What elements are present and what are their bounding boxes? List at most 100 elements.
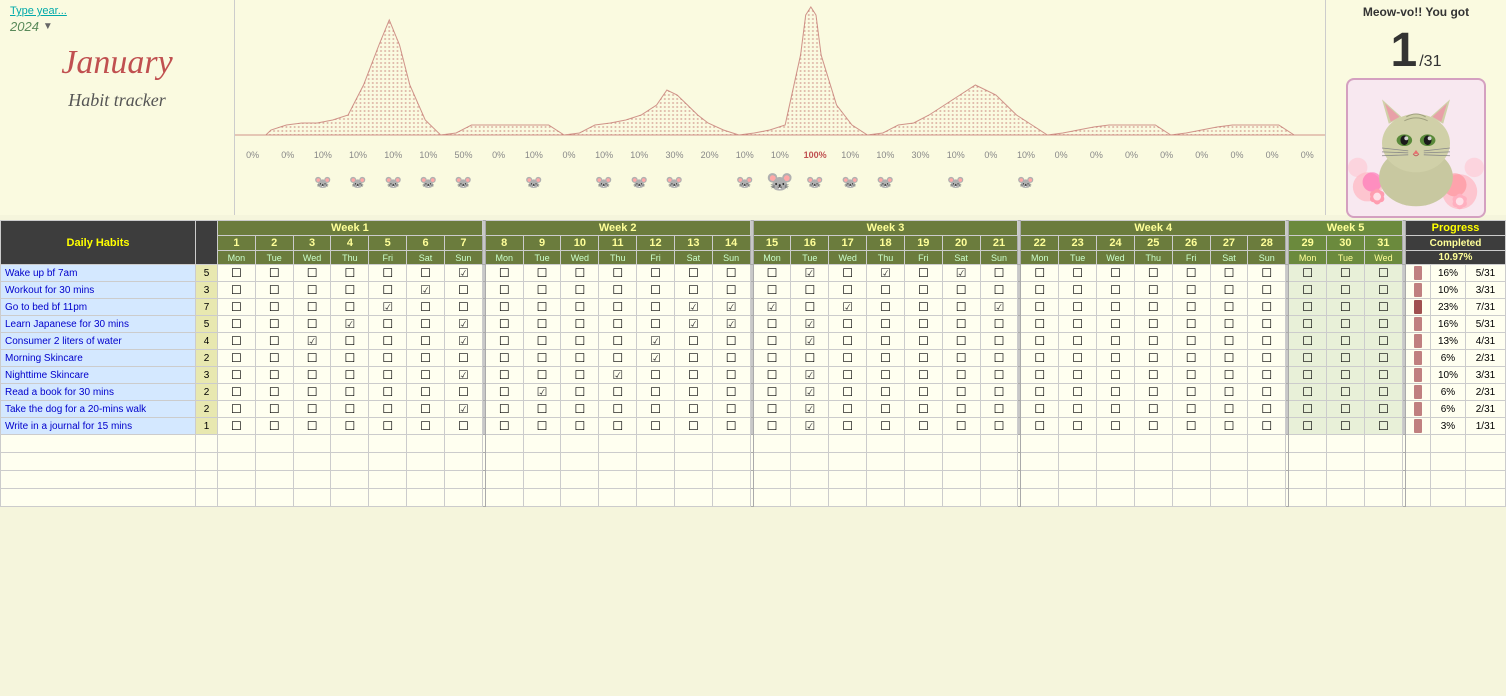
checkbox-7-w1-4[interactable]: ☐ (369, 384, 407, 401)
checkbox-7-w5-2[interactable]: ☐ (1364, 384, 1402, 401)
checkbox-4-w1-3[interactable]: ☐ (331, 333, 369, 350)
checkbox-6-w2-6[interactable]: ☐ (712, 367, 750, 384)
checkbox-6-w4-0[interactable]: ☐ (1021, 367, 1059, 384)
checkbox-5-w2-6[interactable]: ☐ (712, 350, 750, 367)
checkbox-5-w3-2[interactable]: ☐ (829, 350, 867, 367)
checkbox-7-w3-5[interactable]: ☐ (942, 384, 980, 401)
checkbox-9-w1-4[interactable]: ☐ (369, 418, 407, 435)
checkbox-0-w4-5[interactable]: ☐ (1210, 265, 1248, 282)
checkbox-0-w2-1[interactable]: ☐ (523, 265, 561, 282)
checkbox-0-w2-0[interactable]: ☐ (485, 265, 523, 282)
checkbox-8-w4-3[interactable]: ☐ (1134, 401, 1172, 418)
checkbox-5-w2-0[interactable]: ☐ (485, 350, 523, 367)
checkbox-6-w1-5[interactable]: ☐ (407, 367, 445, 384)
checkbox-7-w1-2[interactable]: ☐ (293, 384, 331, 401)
checkbox-2-w2-4[interactable]: ☐ (637, 299, 675, 316)
checkbox-5-w4-1[interactable]: ☐ (1059, 350, 1097, 367)
checkbox-6-w4-5[interactable]: ☐ (1210, 367, 1248, 384)
checkbox-6-w4-1[interactable]: ☐ (1059, 367, 1097, 384)
checkbox-6-w3-0[interactable]: ☐ (753, 367, 791, 384)
checkbox-0-w4-4[interactable]: ☐ (1172, 265, 1210, 282)
checkbox-9-w4-5[interactable]: ☐ (1210, 418, 1248, 435)
checkbox-3-w3-2[interactable]: ☐ (829, 316, 867, 333)
checkbox-1-w4-4[interactable]: ☐ (1172, 282, 1210, 299)
checkbox-7-w4-4[interactable]: ☐ (1172, 384, 1210, 401)
checkbox-0-w3-6[interactable]: ☐ (980, 265, 1018, 282)
checkbox-5-w5-2[interactable]: ☐ (1364, 350, 1402, 367)
checkbox-0-w5-2[interactable]: ☐ (1364, 265, 1402, 282)
checkbox-1-w3-5[interactable]: ☐ (942, 282, 980, 299)
checkbox-8-w2-1[interactable]: ☐ (523, 401, 561, 418)
checkbox-4-w1-4[interactable]: ☐ (369, 333, 407, 350)
habit-name-2[interactable]: Go to bed bf 11pm (1, 299, 196, 316)
checkbox-3-w4-0[interactable]: ☐ (1021, 316, 1059, 333)
checkbox-9-w1-2[interactable]: ☐ (293, 418, 331, 435)
checkbox-7-w4-6[interactable]: ☐ (1248, 384, 1286, 401)
checkbox-9-w4-2[interactable]: ☐ (1097, 418, 1135, 435)
checkbox-8-w2-5[interactable]: ☐ (674, 401, 712, 418)
checkbox-3-w2-6[interactable]: ☑ (712, 316, 750, 333)
checkbox-3-w3-4[interactable]: ☐ (904, 316, 942, 333)
checkbox-7-w1-0[interactable]: ☐ (218, 384, 256, 401)
checkbox-6-w3-1[interactable]: ☑ (791, 367, 829, 384)
checkbox-6-w2-5[interactable]: ☐ (674, 367, 712, 384)
checkbox-5-w1-2[interactable]: ☐ (293, 350, 331, 367)
checkbox-2-w4-4[interactable]: ☐ (1172, 299, 1210, 316)
checkbox-3-w2-1[interactable]: ☐ (523, 316, 561, 333)
checkbox-9-w1-6[interactable]: ☐ (444, 418, 482, 435)
checkbox-3-w3-6[interactable]: ☐ (980, 316, 1018, 333)
checkbox-7-w3-6[interactable]: ☐ (980, 384, 1018, 401)
checkbox-4-w4-4[interactable]: ☐ (1172, 333, 1210, 350)
checkbox-6-w2-4[interactable]: ☐ (637, 367, 675, 384)
checkbox-4-w3-6[interactable]: ☐ (980, 333, 1018, 350)
checkbox-9-w4-1[interactable]: ☐ (1059, 418, 1097, 435)
checkbox-0-w2-2[interactable]: ☐ (561, 265, 599, 282)
checkbox-4-w4-0[interactable]: ☐ (1021, 333, 1059, 350)
checkbox-4-w5-2[interactable]: ☐ (1364, 333, 1402, 350)
checkbox-8-w5-0[interactable]: ☐ (1289, 401, 1327, 418)
checkbox-2-w2-5[interactable]: ☑ (674, 299, 712, 316)
checkbox-8-w1-5[interactable]: ☐ (407, 401, 445, 418)
checkbox-2-w4-1[interactable]: ☐ (1059, 299, 1097, 316)
checkbox-1-w1-0[interactable]: ☐ (218, 282, 256, 299)
checkbox-0-w4-3[interactable]: ☐ (1134, 265, 1172, 282)
checkbox-7-w4-2[interactable]: ☐ (1097, 384, 1135, 401)
checkbox-3-w4-5[interactable]: ☐ (1210, 316, 1248, 333)
checkbox-9-w2-5[interactable]: ☐ (674, 418, 712, 435)
checkbox-9-w3-0[interactable]: ☐ (753, 418, 791, 435)
checkbox-8-w3-4[interactable]: ☐ (904, 401, 942, 418)
checkbox-7-w2-4[interactable]: ☐ (637, 384, 675, 401)
checkbox-5-w1-5[interactable]: ☐ (407, 350, 445, 367)
checkbox-7-w1-5[interactable]: ☐ (407, 384, 445, 401)
checkbox-4-w5-0[interactable]: ☐ (1289, 333, 1327, 350)
checkbox-5-w2-5[interactable]: ☐ (674, 350, 712, 367)
checkbox-7-w1-1[interactable]: ☐ (255, 384, 293, 401)
checkbox-9-w3-4[interactable]: ☐ (904, 418, 942, 435)
checkbox-8-w3-0[interactable]: ☐ (753, 401, 791, 418)
checkbox-0-w1-6[interactable]: ☑ (444, 265, 482, 282)
checkbox-1-w4-2[interactable]: ☐ (1097, 282, 1135, 299)
checkbox-2-w3-5[interactable]: ☐ (942, 299, 980, 316)
checkbox-1-w5-1[interactable]: ☐ (1327, 282, 1365, 299)
checkbox-4-w1-1[interactable]: ☐ (255, 333, 293, 350)
checkbox-1-w1-2[interactable]: ☐ (293, 282, 331, 299)
checkbox-3-w2-4[interactable]: ☐ (637, 316, 675, 333)
checkbox-2-w4-6[interactable]: ☐ (1248, 299, 1286, 316)
year-dropdown-arrow[interactable]: ▼ (43, 21, 53, 32)
checkbox-4-w2-6[interactable]: ☐ (712, 333, 750, 350)
checkbox-4-w4-3[interactable]: ☐ (1134, 333, 1172, 350)
checkbox-8-w1-4[interactable]: ☐ (369, 401, 407, 418)
checkbox-2-w1-0[interactable]: ☐ (218, 299, 256, 316)
checkbox-9-w4-3[interactable]: ☐ (1134, 418, 1172, 435)
checkbox-9-w3-2[interactable]: ☐ (829, 418, 867, 435)
checkbox-2-w5-0[interactable]: ☐ (1289, 299, 1327, 316)
checkbox-3-w3-1[interactable]: ☑ (791, 316, 829, 333)
checkbox-2-w3-2[interactable]: ☑ (829, 299, 867, 316)
checkbox-3-w5-1[interactable]: ☐ (1327, 316, 1365, 333)
checkbox-9-w5-2[interactable]: ☐ (1364, 418, 1402, 435)
checkbox-0-w4-1[interactable]: ☐ (1059, 265, 1097, 282)
checkbox-4-w3-4[interactable]: ☐ (904, 333, 942, 350)
checkbox-7-w2-0[interactable]: ☐ (485, 384, 523, 401)
checkbox-6-w1-1[interactable]: ☐ (255, 367, 293, 384)
checkbox-0-w3-0[interactable]: ☐ (753, 265, 791, 282)
